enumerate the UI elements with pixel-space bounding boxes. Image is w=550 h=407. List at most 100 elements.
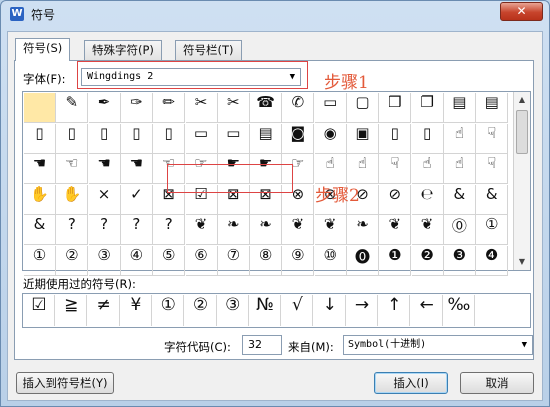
- symbol-cell[interactable]: ④: [120, 245, 153, 276]
- symbol-cell[interactable]: &: [443, 184, 476, 215]
- symbol-cell[interactable]: ?: [56, 215, 89, 245]
- symbol-cell[interactable]: ☟: [379, 154, 412, 184]
- vertical-scrollbar[interactable]: ▲ ▼: [513, 92, 530, 270]
- symbol-cell[interactable]: &: [24, 215, 56, 245]
- symbol-cell[interactable]: ☎: [250, 93, 283, 123]
- symbol-cell[interactable]: ❦: [379, 215, 412, 245]
- symbol-cell[interactable]: ✆: [282, 93, 315, 123]
- symbol-cell[interactable]: ▯: [88, 123, 121, 154]
- recent-symbol-cell[interactable]: ↑: [379, 295, 411, 326]
- recent-symbol-cell[interactable]: ←: [412, 295, 443, 326]
- symbol-cell[interactable]: ◉: [314, 123, 347, 154]
- symbol-cell[interactable]: ?: [153, 215, 186, 245]
- tab-special-characters[interactable]: 特殊字符(P): [84, 40, 162, 60]
- symbol-cell[interactable]: ❒: [379, 93, 412, 123]
- symbol-cell[interactable]: ☚: [120, 154, 153, 184]
- tab-symbols[interactable]: 符号(S): [15, 38, 71, 61]
- scroll-down-icon[interactable]: ▼: [514, 254, 530, 270]
- from-dropdown[interactable]: Symbol(十进制) ▼: [343, 335, 533, 355]
- symbol-cell[interactable]: ⑧: [250, 245, 283, 276]
- recent-symbol-cell[interactable]: ②: [186, 295, 217, 326]
- symbol-cell[interactable]: ✋: [56, 184, 89, 215]
- symbol-cell[interactable]: ❧: [217, 215, 250, 245]
- symbol-cell[interactable]: ☚: [88, 154, 121, 184]
- recent-symbol-cell[interactable]: ↓: [315, 295, 346, 326]
- symbol-cell[interactable]: ①: [476, 215, 509, 245]
- scroll-up-icon[interactable]: ▲: [514, 92, 530, 108]
- symbol-cell[interactable]: ▯: [411, 123, 444, 154]
- recent-symbol-cell[interactable]: →: [347, 295, 378, 326]
- symbol-cell[interactable]: ⓪: [443, 215, 476, 245]
- symbol-cell[interactable]: ☚: [24, 154, 56, 184]
- symbol-cell[interactable]: ❷: [411, 245, 444, 276]
- symbol-cell[interactable]: ③: [88, 245, 121, 276]
- symbol-cell[interactable]: ⑨: [282, 245, 315, 276]
- symbol-cell[interactable]: ✎: [56, 93, 89, 123]
- recent-symbol-cell[interactable]: ¥: [121, 295, 152, 326]
- recent-symbol-cell[interactable]: ‰: [444, 295, 475, 326]
- symbol-cell[interactable]: ❸: [443, 245, 476, 276]
- symbol-cell[interactable]: ⊘: [379, 184, 412, 215]
- tab-symbol-bar[interactable]: 符号栏(T): [175, 40, 242, 60]
- symbol-cell[interactable]: ❹: [476, 245, 509, 276]
- recent-symbol-cell[interactable]: √: [282, 295, 314, 326]
- scroll-thumb[interactable]: [516, 110, 528, 154]
- insert-button[interactable]: 插入(I): [374, 372, 448, 394]
- symbol-cell[interactable]: ⑩: [314, 245, 347, 276]
- symbol-cell[interactable]: ❦: [185, 215, 218, 245]
- symbol-cell[interactable]: ▯: [379, 123, 412, 154]
- symbol-cell[interactable]: ▭: [185, 123, 218, 154]
- close-button[interactable]: ✕: [500, 2, 543, 21]
- symbol-cell[interactable]: ▤: [443, 93, 476, 123]
- symbol-cell[interactable]: ◙: [282, 123, 315, 154]
- symbol-cell[interactable]: ②: [56, 245, 89, 276]
- symbol-cell[interactable]: ⓿: [347, 245, 379, 276]
- symbol-cell[interactable]: ☜: [56, 154, 89, 184]
- symbol-cell[interactable]: ❧: [250, 215, 283, 245]
- symbol-cell[interactable]: ❐: [411, 93, 444, 123]
- symbol-cell[interactable]: ❦: [411, 215, 444, 245]
- symbol-cell[interactable]: ☝: [443, 154, 476, 184]
- symbol-cell[interactable]: ✒: [88, 93, 121, 123]
- symbol-cell[interactable]: ▤: [250, 123, 283, 154]
- symbol-cell[interactable]: ⑦: [217, 245, 250, 276]
- char-code-input[interactable]: 32: [242, 335, 282, 355]
- symbol-cell[interactable]: ☝: [347, 154, 379, 184]
- symbol-cell[interactable]: ☟: [476, 154, 509, 184]
- symbol-cell[interactable]: ❧: [347, 215, 379, 245]
- cancel-button[interactable]: 取消: [460, 372, 534, 394]
- symbol-cell[interactable]: ❶: [379, 245, 412, 276]
- symbol-cell[interactable]: ☝: [443, 123, 476, 154]
- symbol-cell[interactable]: ⑥: [185, 245, 218, 276]
- symbol-cell[interactable]: ▭: [217, 123, 250, 154]
- symbol-cell[interactable]: ?: [88, 215, 121, 245]
- symbol-cell[interactable]: ▤: [476, 93, 509, 123]
- symbol-cell[interactable]: ▯: [153, 123, 186, 154]
- symbol-cell[interactable]: ❦: [314, 215, 347, 245]
- symbol-cell[interactable]: ☝: [314, 154, 347, 184]
- symbol-cell[interactable]: ℮: [411, 184, 444, 215]
- symbol-cell[interactable]: ?: [120, 215, 153, 245]
- symbol-cell[interactable]: ▯: [56, 123, 89, 154]
- symbol-cell[interactable]: ☟: [476, 123, 509, 154]
- symbol-cell[interactable]: ①: [24, 245, 56, 276]
- symbol-cell[interactable]: ▯: [24, 123, 56, 154]
- recent-symbol-cell[interactable]: ①: [153, 295, 185, 326]
- symbol-cell[interactable]: ✓: [120, 184, 153, 215]
- symbol-cell[interactable]: ▢: [347, 93, 379, 123]
- symbol-cell[interactable]: ✂: [185, 93, 218, 123]
- symbol-cell[interactable]: ✑: [120, 93, 153, 123]
- symbol-cell[interactable]: ×: [88, 184, 121, 215]
- recent-symbol-cell[interactable]: ☑: [24, 295, 55, 326]
- title-bar[interactable]: W 符号 ✕: [1, 1, 549, 27]
- symbol-cell[interactable]: ❦: [282, 215, 315, 245]
- symbol-cell[interactable]: ▯: [120, 123, 153, 154]
- symbol-cell[interactable]: ✋: [24, 184, 56, 215]
- symbol-cell[interactable]: ▣: [347, 123, 379, 154]
- insert-to-symbol-bar-button[interactable]: 插入到符号栏(Y): [16, 372, 114, 394]
- symbol-cell[interactable]: ☝: [411, 154, 444, 184]
- recent-symbol-cell[interactable]: №: [250, 295, 282, 326]
- recent-symbol-cell[interactable]: ≠: [89, 295, 120, 326]
- recent-symbol-cell[interactable]: ≧: [56, 295, 88, 326]
- symbol-cell[interactable]: ✏: [153, 93, 186, 123]
